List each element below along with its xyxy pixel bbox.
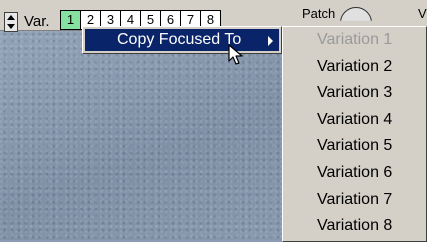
submenu-item-variation-1: Variation 1 (317, 31, 393, 48)
submenu-item-variation-4[interactable]: Variation 4 (283, 107, 426, 134)
chevron-right-icon (268, 36, 273, 46)
copy-focused-to-menu-item[interactable]: Copy Focused To (85, 29, 279, 51)
spin-arrows-icon[interactable] (4, 12, 18, 32)
submenu-item-variation-5[interactable]: Variation 5 (283, 133, 426, 160)
context-menu: Copy Focused To (82, 26, 282, 54)
submenu-item-variation-3[interactable]: Variation 3 (283, 80, 426, 107)
patch-label: Patch (302, 6, 336, 21)
v-label: V (418, 6, 427, 21)
submenu-item-variation-2[interactable]: Variation 2 (283, 54, 426, 81)
submenu-item-variation-8[interactable]: Variation 8 (283, 213, 426, 240)
variation-button-1[interactable]: 1 (60, 10, 81, 30)
menu-item-label: Copy Focused To (117, 31, 242, 48)
submenu-item-variation-6[interactable]: Variation 6 (283, 160, 426, 187)
copy-to-submenu: Variation 1 Variation 2 Variation 3 Vari… (282, 26, 427, 242)
submenu-item-variation-7[interactable]: Variation 7 (283, 187, 426, 214)
var-label: Var. (24, 13, 50, 30)
mouse-cursor-icon (228, 44, 243, 65)
